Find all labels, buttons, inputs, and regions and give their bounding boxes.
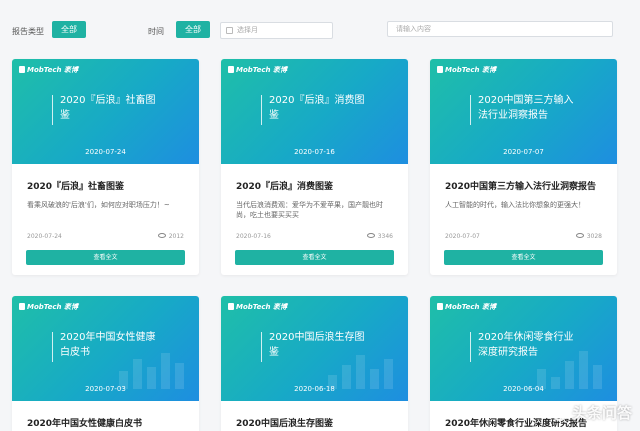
banner-title: 2020中国第三方输入法行业洞察报告 bbox=[470, 93, 580, 125]
time-all-button[interactable]: 全部 bbox=[176, 21, 210, 38]
report-type-label: 报告类型 bbox=[12, 27, 44, 36]
month-picker-placeholder: 选择月 bbox=[237, 26, 258, 34]
search-placeholder: 请输入内容 bbox=[396, 25, 431, 33]
card-banner[interactable]: MobTech 袤博 2020年休闲零食行业深度研究报告 2020-06-04 bbox=[430, 296, 617, 401]
report-card[interactable]: MobTech 袤博 2020『后浪』消费图鉴 2020-07-16 2020『… bbox=[221, 59, 408, 275]
report-card[interactable]: MobTech 袤博 2020中国后浪生存图鉴 2020-06-18 2020中… bbox=[221, 296, 408, 431]
view-full-button[interactable]: 查看全文 bbox=[26, 250, 185, 265]
eye-icon bbox=[366, 233, 375, 238]
card-banner[interactable]: MobTech 袤博 2020『后浪』社畜图鉴 2020-07-24 bbox=[12, 59, 199, 164]
watermark: 头条问答 bbox=[551, 402, 632, 423]
card-date: 2020-07-07 bbox=[445, 233, 480, 240]
card-meta: 2020-07-16 3346 bbox=[236, 230, 393, 244]
banner-title: 2020年休闲零食行业深度研究报告 bbox=[470, 330, 580, 362]
card-banner[interactable]: MobTech 袤博 2020中国后浪生存图鉴 2020-06-18 bbox=[221, 296, 408, 401]
mobtech-logo: MobTech 袤博 bbox=[437, 65, 496, 75]
mobtech-logo: MobTech 袤博 bbox=[19, 65, 78, 75]
search-input[interactable]: 请输入内容 bbox=[387, 21, 613, 37]
card-title[interactable]: 2020『后浪』消费图鉴 bbox=[221, 179, 408, 192]
view-count: 3028 bbox=[575, 230, 602, 244]
view-full-button[interactable]: 查看全文 bbox=[444, 250, 603, 265]
mobtech-logo: MobTech 袤博 bbox=[19, 302, 78, 312]
card-date: 2020-07-24 bbox=[27, 233, 62, 240]
mobtech-logo: MobTech 袤博 bbox=[228, 302, 287, 312]
eye-icon bbox=[575, 233, 584, 238]
time-label: 时间 bbox=[148, 27, 164, 36]
banner-title: 2020中国后浪生存图鉴 bbox=[261, 330, 371, 362]
report-card[interactable]: MobTech 袤博 2020『后浪』社畜图鉴 2020-07-24 2020『… bbox=[12, 59, 199, 275]
report-card[interactable]: MobTech 袤博 2020中国第三方输入法行业洞察报告 2020-07-07… bbox=[430, 59, 617, 275]
card-description: 人工智能的时代，输入法比你想象的更强大！ bbox=[445, 201, 585, 209]
month-picker[interactable]: 选择月 bbox=[220, 22, 333, 39]
banner-title: 2020年中国女性健康白皮书 bbox=[52, 330, 162, 362]
view-count: 2012 bbox=[157, 230, 184, 244]
view-full-button[interactable]: 查看全文 bbox=[235, 250, 394, 265]
banner-date: 2020-06-04 bbox=[503, 385, 544, 393]
banner-date: 2020-07-03 bbox=[85, 385, 126, 393]
card-title[interactable]: 2020『后浪』社畜图鉴 bbox=[12, 179, 199, 192]
card-title[interactable]: 2020年中国女性健康白皮书 bbox=[12, 416, 199, 429]
card-meta: 2020-07-07 3028 bbox=[445, 230, 602, 244]
mobtech-logo: MobTech 袤博 bbox=[228, 65, 287, 75]
report-list-page: 报告类型 全部 时间 全部 选择月 请输入内容 MobTech 袤博 2020『… bbox=[0, 0, 640, 431]
view-count: 3346 bbox=[366, 230, 393, 244]
card-banner[interactable]: MobTech 袤博 2020『后浪』消费图鉴 2020-07-16 bbox=[221, 59, 408, 164]
banner-title: 2020『后浪』社畜图鉴 bbox=[52, 93, 162, 125]
banner-date: 2020-07-07 bbox=[503, 148, 544, 156]
report-type-all-button[interactable]: 全部 bbox=[52, 21, 86, 38]
card-description: 当代后浪消费观：爱华为不爱苹果，国产靓也时尚，吃土也要买买买 bbox=[236, 201, 383, 219]
card-meta: 2020-07-24 2012 bbox=[27, 230, 184, 244]
banner-date: 2020-06-18 bbox=[294, 385, 335, 393]
card-banner[interactable]: MobTech 袤博 2020年中国女性健康白皮书 2020-07-03 bbox=[12, 296, 199, 401]
banner-date: 2020-07-24 bbox=[85, 148, 126, 156]
banner-date: 2020-07-16 bbox=[294, 148, 335, 156]
calendar-icon bbox=[226, 27, 233, 34]
card-title[interactable]: 2020中国第三方输入法行业洞察报告 bbox=[430, 179, 617, 192]
filter-bar: 报告类型 全部 时间 全部 选择月 请输入内容 bbox=[0, 0, 640, 56]
card-description: 看乘风破浪的'后浪'们，如何应对职场压力！~ bbox=[27, 201, 170, 209]
report-card[interactable]: MobTech 袤博 2020年中国女性健康白皮书 2020-07-03 202… bbox=[12, 296, 199, 431]
card-banner[interactable]: MobTech 袤博 2020中国第三方输入法行业洞察报告 2020-07-07 bbox=[430, 59, 617, 164]
eye-icon bbox=[157, 233, 166, 238]
banner-title: 2020『后浪』消费图鉴 bbox=[261, 93, 371, 125]
mobtech-logo: MobTech 袤博 bbox=[437, 302, 496, 312]
card-date: 2020-07-16 bbox=[236, 233, 271, 240]
card-title[interactable]: 2020中国后浪生存图鉴 bbox=[221, 416, 408, 429]
toutiao-logo-icon bbox=[551, 405, 568, 421]
